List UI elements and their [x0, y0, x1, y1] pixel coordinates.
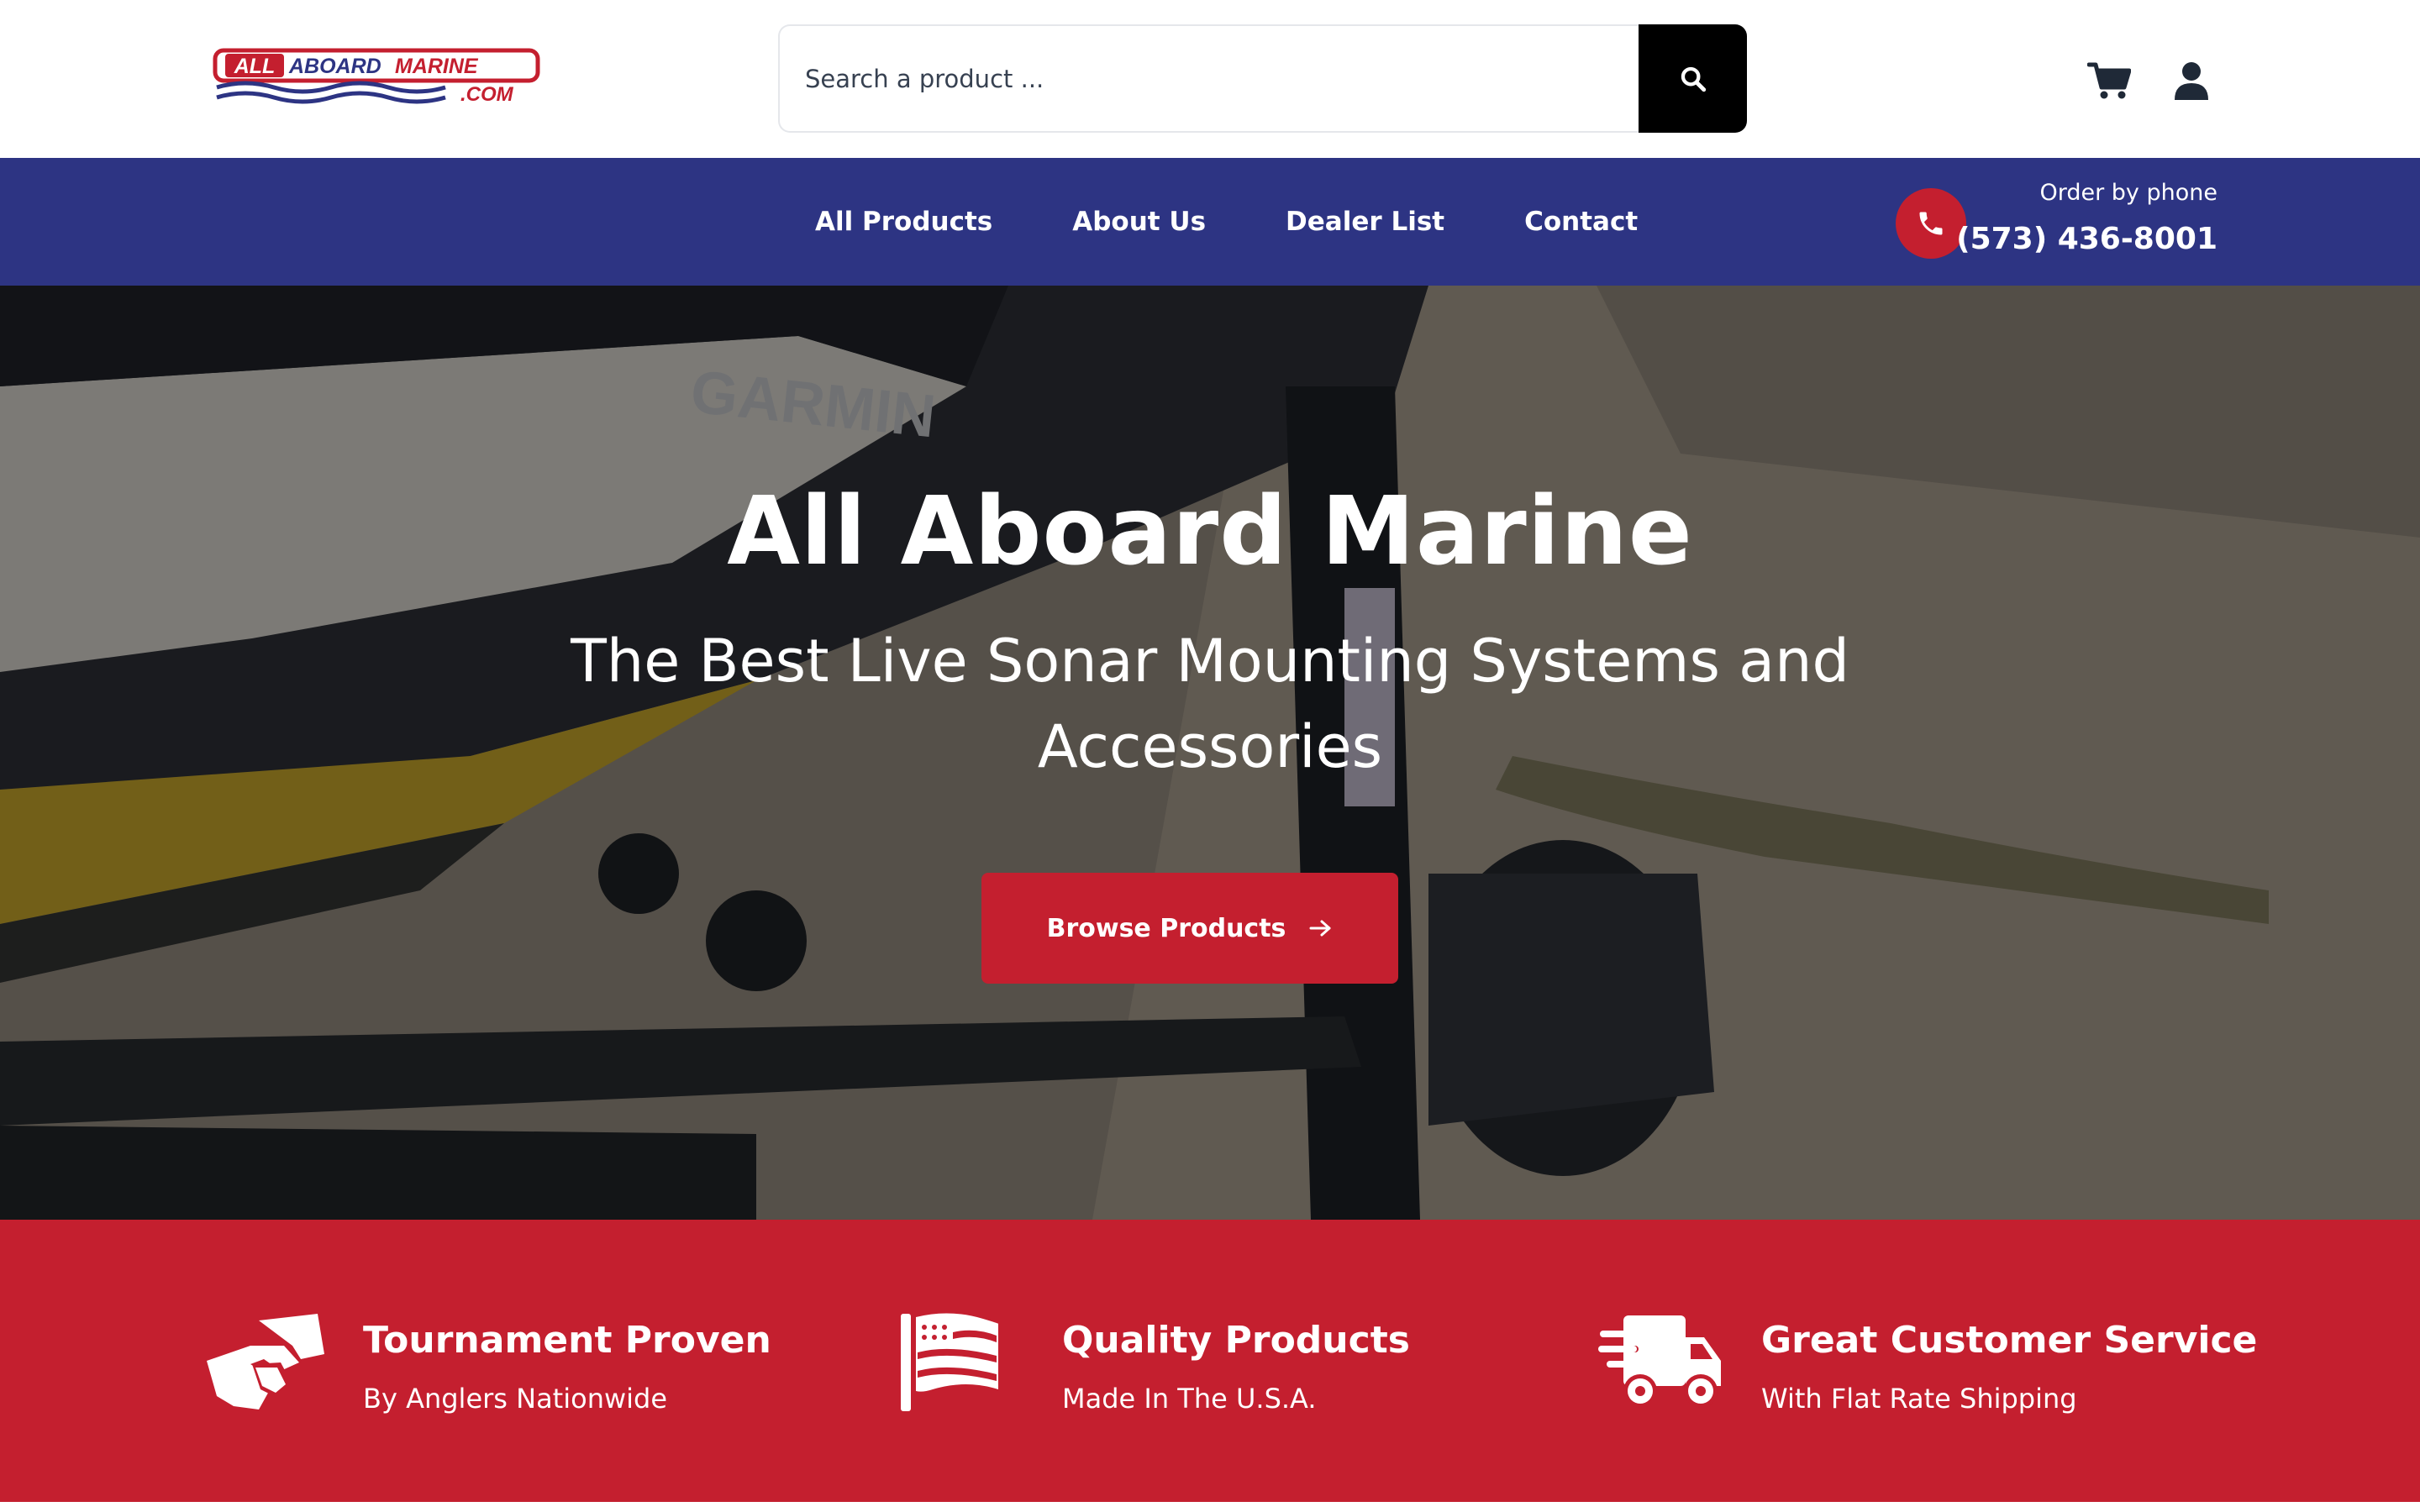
- search-button[interactable]: [1639, 24, 1747, 133]
- nav-links: All Products About Us Dealer List Contac…: [815, 158, 1638, 286]
- phone-caption: Order by phone: [2039, 180, 2217, 206]
- page-bottom-edge: [0, 1502, 2420, 1512]
- search-bar: [778, 24, 1747, 133]
- logo-text-all: ALL: [234, 55, 276, 78]
- cart-icon: [2087, 62, 2131, 99]
- user-icon: [2175, 62, 2208, 100]
- phone-icon: [1919, 212, 1943, 235]
- logo-text-aboard: ABOARD: [288, 55, 381, 78]
- phone-number-link[interactable]: (573) 436-8001: [1956, 222, 2217, 256]
- hero-section: GARMIN All Aboard Marine The Best Live S…: [0, 286, 2420, 1220]
- flag-icon: [901, 1313, 999, 1411]
- hero-title: All Aboard Marine: [727, 477, 1693, 586]
- hero-subtitle: The Best Live Sonar Mounting Systems and…: [571, 627, 1849, 781]
- features-strip: Tournament Proven By Anglers Nationwide …: [0, 1220, 2420, 1502]
- browse-products-label: Browse Products: [1046, 913, 1286, 943]
- nav-item-about-us[interactable]: About Us: [1072, 207, 1206, 237]
- feature-subtitle: By Anglers Nationwide: [363, 1383, 668, 1415]
- site-logo[interactable]: ALL ABOARD MARINE .COM: [212, 47, 548, 106]
- nav-item-all-products[interactable]: All Products: [815, 207, 992, 237]
- account-button[interactable]: [2168, 59, 2215, 102]
- feature-title: Great Customer Service: [1761, 1319, 2258, 1362]
- nav-item-dealer-list[interactable]: Dealer List: [1286, 207, 1444, 237]
- search-input[interactable]: [778, 24, 1639, 133]
- browse-products-button[interactable]: Browse Products: [981, 873, 1398, 984]
- feature-title: Quality Products: [1062, 1319, 1410, 1362]
- logo-graphic: ALL ABOARD MARINE .COM: [213, 48, 540, 106]
- feature-title: Tournament Proven: [363, 1319, 771, 1362]
- search-icon: [1681, 66, 1706, 92]
- handshake-icon: [207, 1314, 324, 1410]
- logo-text-marine: MARINE: [395, 55, 479, 78]
- logo-text-com: .COM: [460, 83, 514, 106]
- nav-item-contact[interactable]: Contact: [1524, 207, 1638, 237]
- site-header: ALL ABOARD MARINE .COM: [0, 0, 2420, 158]
- main-navigation: All Products About Us Dealer List Contac…: [0, 158, 2420, 286]
- truck-icon: [1598, 1315, 1721, 1408]
- arrow-right-icon: [1309, 920, 1331, 937]
- feature-subtitle: Made In The U.S.A.: [1062, 1383, 1317, 1415]
- feature-subtitle: With Flat Rate Shipping: [1761, 1383, 2077, 1415]
- cart-button[interactable]: [2086, 59, 2133, 102]
